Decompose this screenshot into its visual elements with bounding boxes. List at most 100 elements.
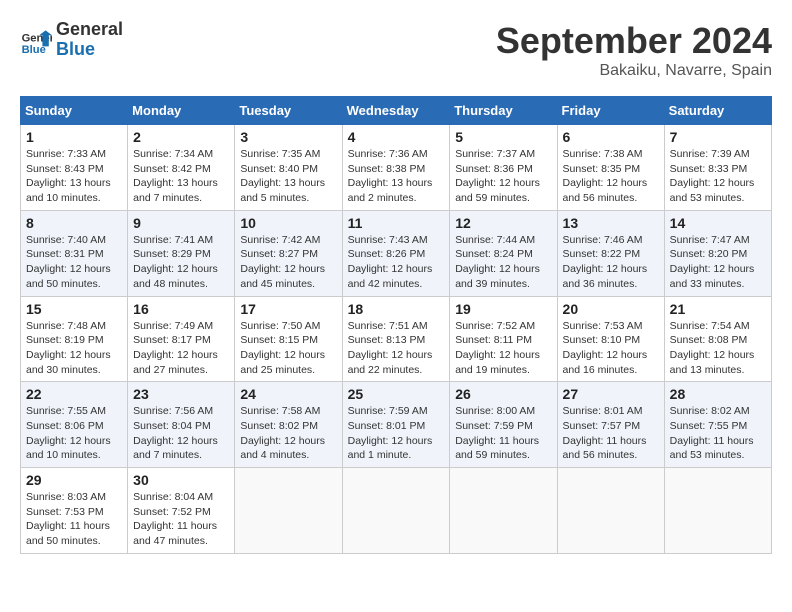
day-number: 19	[455, 301, 551, 317]
calendar-cell: 5 Sunrise: 7:37 AMSunset: 8:36 PMDaylight…	[450, 125, 557, 211]
calendar-cell: 9Sunrise: 7:41 AMSunset: 8:29 PMDaylight…	[128, 210, 235, 296]
day-info: Sunrise: 7:38 AMSunset: 8:35 PMDaylight:…	[563, 147, 659, 206]
day-number: 7	[670, 129, 766, 145]
calendar-cell: 28 Sunrise: 8:02 AMSunset: 7:55 PMDayligh…	[664, 382, 771, 468]
day-number: 14	[670, 215, 766, 231]
day-number: 24	[240, 386, 336, 402]
day-info: Sunrise: 7:55 AMSunset: 8:06 PMDaylight:…	[26, 404, 122, 463]
title-block: September 2024 Bakaiku, Navarre, Spain	[496, 20, 772, 80]
day-number: 18	[348, 301, 445, 317]
calendar-week-row: 15Sunrise: 7:48 AMSunset: 8:19 PMDayligh…	[21, 296, 772, 382]
day-info: Sunrise: 7:42 AMSunset: 8:27 PMDaylight:…	[240, 233, 336, 292]
page-header: General Blue General Blue September 2024…	[20, 20, 772, 80]
calendar-cell: 23 Sunrise: 7:56 AMSunset: 8:04 PMDayligh…	[128, 382, 235, 468]
day-info: Sunrise: 7:43 AMSunset: 8:26 PMDaylight:…	[348, 233, 445, 292]
day-info: Sunrise: 8:03 AMSunset: 7:53 PMDaylight:…	[26, 490, 122, 549]
calendar-cell: 1 Sunrise: 7:33 AMSunset: 8:43 PMDaylight…	[21, 125, 128, 211]
day-number: 23	[133, 386, 229, 402]
day-number: 11	[348, 215, 445, 231]
calendar-cell: 20Sunrise: 7:53 AMSunset: 8:10 PMDayligh…	[557, 296, 664, 382]
day-info: Sunrise: 7:59 AMSunset: 8:01 PMDaylight:…	[348, 404, 445, 463]
day-number: 27	[563, 386, 659, 402]
day-info: Sunrise: 7:54 AMSunset: 8:08 PMDaylight:…	[670, 319, 766, 378]
calendar-cell: 8 Sunrise: 7:40 AMSunset: 8:31 PMDaylight…	[21, 210, 128, 296]
location: Bakaiku, Navarre, Spain	[496, 62, 772, 80]
calendar-cell: 15Sunrise: 7:48 AMSunset: 8:19 PMDayligh…	[21, 296, 128, 382]
calendar-cell: 13 Sunrise: 7:46 AMSunset: 8:22 PMDayligh…	[557, 210, 664, 296]
day-info: Sunrise: 8:00 AMSunset: 7:59 PMDaylight:…	[455, 404, 551, 463]
day-number: 28	[670, 386, 766, 402]
day-number: 10	[240, 215, 336, 231]
day-info: Sunrise: 7:36 AMSunset: 8:38 PMDaylight:…	[348, 147, 445, 206]
calendar-table: SundayMondayTuesdayWednesdayThursdayFrid…	[20, 96, 772, 554]
day-info: Sunrise: 7:37 AMSunset: 8:36 PMDaylight:…	[455, 147, 551, 206]
day-number: 3	[240, 129, 336, 145]
day-info: Sunrise: 7:51 AMSunset: 8:13 PMDaylight:…	[348, 319, 445, 378]
day-info: Sunrise: 7:35 AMSunset: 8:40 PMDaylight:…	[240, 147, 336, 206]
calendar-cell: 12 Sunrise: 7:44 AMSunset: 8:24 PMDayligh…	[450, 210, 557, 296]
day-info: Sunrise: 7:41 AMSunset: 8:29 PMDaylight:…	[133, 233, 229, 292]
day-number: 16	[133, 301, 229, 317]
day-info: Sunrise: 7:49 AMSunset: 8:17 PMDaylight:…	[133, 319, 229, 378]
calendar-cell: 11 Sunrise: 7:43 AMSunset: 8:26 PMDayligh…	[342, 210, 450, 296]
calendar-cell: 26Sunrise: 8:00 AMSunset: 7:59 PMDayligh…	[450, 382, 557, 468]
calendar-cell	[342, 468, 450, 554]
day-info: Sunrise: 8:04 AMSunset: 7:52 PMDaylight:…	[133, 490, 229, 549]
day-number: 20	[563, 301, 659, 317]
month-title: September 2024	[496, 20, 772, 62]
day-number: 2	[133, 129, 229, 145]
calendar-cell: 10 Sunrise: 7:42 AMSunset: 8:27 PMDayligh…	[235, 210, 342, 296]
day-number: 29	[26, 472, 122, 488]
day-info: Sunrise: 7:46 AMSunset: 8:22 PMDaylight:…	[563, 233, 659, 292]
calendar-week-row: 8 Sunrise: 7:40 AMSunset: 8:31 PMDaylight…	[21, 210, 772, 296]
calendar-cell: 22 Sunrise: 7:55 AMSunset: 8:06 PMDayligh…	[21, 382, 128, 468]
calendar-week-row: 1 Sunrise: 7:33 AMSunset: 8:43 PMDaylight…	[21, 125, 772, 211]
day-number: 21	[670, 301, 766, 317]
day-info: Sunrise: 7:44 AMSunset: 8:24 PMDaylight:…	[455, 233, 551, 292]
weekday-header-row: SundayMondayTuesdayWednesdayThursdayFrid…	[21, 97, 772, 125]
day-info: Sunrise: 7:50 AMSunset: 8:15 PMDaylight:…	[240, 319, 336, 378]
day-number: 5	[455, 129, 551, 145]
day-info: Sunrise: 7:39 AMSunset: 8:33 PMDaylight:…	[670, 147, 766, 206]
calendar-cell: 19 Sunrise: 7:52 AMSunset: 8:11 PMDayligh…	[450, 296, 557, 382]
day-info: Sunrise: 7:56 AMSunset: 8:04 PMDaylight:…	[133, 404, 229, 463]
weekday-header: Monday	[128, 97, 235, 125]
calendar-cell: 2Sunrise: 7:34 AMSunset: 8:42 PMDaylight…	[128, 125, 235, 211]
calendar-cell: 14Sunrise: 7:47 AMSunset: 8:20 PMDayligh…	[664, 210, 771, 296]
day-info: Sunrise: 7:40 AMSunset: 8:31 PMDaylight:…	[26, 233, 122, 292]
calendar-cell: 21 Sunrise: 7:54 AMSunset: 8:08 PMDayligh…	[664, 296, 771, 382]
day-info: Sunrise: 7:33 AMSunset: 8:43 PMDaylight:…	[26, 147, 122, 206]
weekday-header: Friday	[557, 97, 664, 125]
calendar-cell: 16 Sunrise: 7:49 AMSunset: 8:17 PMDayligh…	[128, 296, 235, 382]
day-info: Sunrise: 7:58 AMSunset: 8:02 PMDaylight:…	[240, 404, 336, 463]
calendar-cell: 7 Sunrise: 7:39 AMSunset: 8:33 PMDaylight…	[664, 125, 771, 211]
day-number: 15	[26, 301, 122, 317]
calendar-cell: 27 Sunrise: 8:01 AMSunset: 7:57 PMDayligh…	[557, 382, 664, 468]
calendar-cell: 17 Sunrise: 7:50 AMSunset: 8:15 PMDayligh…	[235, 296, 342, 382]
calendar-cell: 4 Sunrise: 7:36 AMSunset: 8:38 PMDaylight…	[342, 125, 450, 211]
svg-text:Blue: Blue	[22, 44, 46, 56]
day-number: 22	[26, 386, 122, 402]
day-number: 17	[240, 301, 336, 317]
calendar-cell: 6Sunrise: 7:38 AMSunset: 8:35 PMDaylight…	[557, 125, 664, 211]
calendar-cell	[557, 468, 664, 554]
day-number: 4	[348, 129, 445, 145]
day-info: Sunrise: 8:02 AMSunset: 7:55 PMDaylight:…	[670, 404, 766, 463]
weekday-header: Sunday	[21, 97, 128, 125]
logo-text: General Blue	[56, 20, 123, 60]
day-number: 8	[26, 215, 122, 231]
weekday-header: Thursday	[450, 97, 557, 125]
calendar-cell: 18 Sunrise: 7:51 AMSunset: 8:13 PMDayligh…	[342, 296, 450, 382]
calendar-cell: 30Sunrise: 8:04 AMSunset: 7:52 PMDayligh…	[128, 468, 235, 554]
calendar-week-row: 22 Sunrise: 7:55 AMSunset: 8:06 PMDayligh…	[21, 382, 772, 468]
calendar-cell	[664, 468, 771, 554]
day-info: Sunrise: 8:01 AMSunset: 7:57 PMDaylight:…	[563, 404, 659, 463]
day-number: 12	[455, 215, 551, 231]
weekday-header: Wednesday	[342, 97, 450, 125]
logo-icon: General Blue	[20, 24, 52, 56]
calendar-week-row: 29 Sunrise: 8:03 AMSunset: 7:53 PMDayligh…	[21, 468, 772, 554]
day-info: Sunrise: 7:52 AMSunset: 8:11 PMDaylight:…	[455, 319, 551, 378]
day-number: 1	[26, 129, 122, 145]
calendar-cell: 24 Sunrise: 7:58 AMSunset: 8:02 PMDayligh…	[235, 382, 342, 468]
day-number: 13	[563, 215, 659, 231]
